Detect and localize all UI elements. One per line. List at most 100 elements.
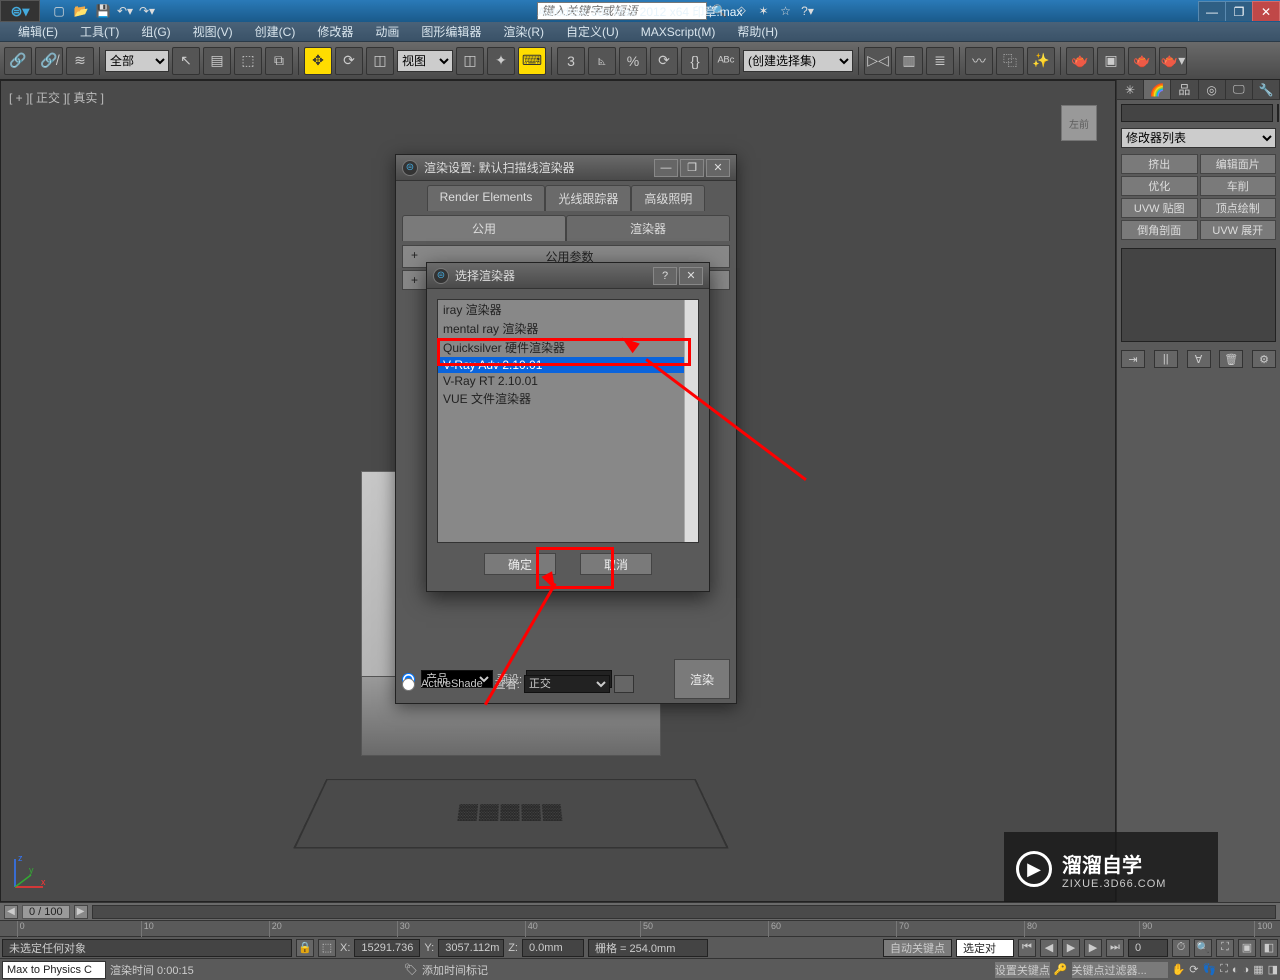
unlink-icon[interactable]: 🔗̸ xyxy=(35,47,63,75)
play-icon[interactable]: ▶ xyxy=(1062,939,1080,957)
menu-maxscript[interactable]: MAXScript(M) xyxy=(631,23,726,41)
nav-a-icon[interactable]: ◐ xyxy=(1232,964,1239,976)
key-filter-select[interactable]: 选定对 xyxy=(956,939,1014,957)
menu-rendering[interactable]: 渲染(R) xyxy=(493,21,554,42)
open-icon[interactable]: 📂 xyxy=(72,2,90,20)
keyboard-shortcut-icon[interactable]: ⌨ xyxy=(518,47,546,75)
timeline-prev-icon[interactable]: ◀ xyxy=(4,905,18,919)
redo-icon[interactable]: ↷▾ xyxy=(138,2,156,20)
layers-icon[interactable]: ≣ xyxy=(926,47,954,75)
timeline-track[interactable] xyxy=(92,905,1276,919)
nav-zoomall-icon[interactable]: ⛶ xyxy=(1216,939,1234,957)
align-icon[interactable]: ▥ xyxy=(895,47,923,75)
nav-b-icon[interactable]: ◑ xyxy=(1243,964,1250,976)
renderer-listbox[interactable]: iray 渲染器 mental ray 渲染器 Quicksilver 硬件渲染… xyxy=(437,299,699,543)
configure-sets-icon[interactable]: ⚙ xyxy=(1252,350,1276,368)
lock-selection-icon[interactable]: 🔒 xyxy=(296,939,314,957)
nav-d-icon[interactable]: ◨ xyxy=(1268,963,1278,976)
lock-view-icon[interactable] xyxy=(614,675,634,693)
tab-display-icon[interactable]: 🖵 xyxy=(1226,80,1253,99)
play-start-icon[interactable]: ⏮ xyxy=(1018,939,1036,957)
minimize-button[interactable]: — xyxy=(1198,1,1226,21)
key-filters-button[interactable]: 关键点过滤器... xyxy=(1072,962,1168,978)
xref-icon[interactable]: ᴬᴮᶜ xyxy=(712,47,740,75)
manipulate-icon[interactable]: ✦ xyxy=(487,47,515,75)
menu-group[interactable]: 组(G) xyxy=(131,21,180,42)
mirror-icon[interactable]: ▷◁ xyxy=(864,47,892,75)
list-item[interactable]: iray 渲染器 xyxy=(438,300,698,319)
named-selection-set[interactable]: (创建选择集) xyxy=(743,50,853,72)
play-prev-icon[interactable]: ◀ xyxy=(1040,939,1058,957)
key-mode-icon[interactable]: 🔑 xyxy=(1054,963,1068,976)
tab-modify-icon[interactable]: 🌈 xyxy=(1144,80,1171,99)
tab-hierarchy-icon[interactable]: 品 xyxy=(1171,80,1198,99)
menu-edit[interactable]: 编辑(E) xyxy=(8,21,68,42)
mod-vertexpaint[interactable]: 顶点绘制 xyxy=(1200,198,1277,218)
tab-common[interactable]: 公用 xyxy=(402,215,566,241)
viewport-label[interactable]: [ + ][ 正交 ][ 真实 ] xyxy=(9,89,104,106)
pin-stack-icon[interactable]: ⇥ xyxy=(1121,350,1145,368)
render-setup-icon[interactable]: 🫖 xyxy=(1066,47,1094,75)
spinner-snap-icon[interactable]: ⟳ xyxy=(650,47,678,75)
add-time-tag[interactable]: 添加时间标记 xyxy=(422,962,562,978)
window-crossing-icon[interactable]: ⧉ xyxy=(265,47,293,75)
menu-grapheditors[interactable]: 图形编辑器 xyxy=(411,21,491,42)
nav-zoom-icon[interactable]: 🔍 xyxy=(1194,939,1212,957)
time-config-icon[interactable]: ⏱ xyxy=(1172,939,1190,957)
mod-extrude[interactable]: 挤出 xyxy=(1121,154,1198,174)
tab-raytracer[interactable]: 光线跟踪器 xyxy=(545,185,631,211)
modifier-list-select[interactable]: 修改器列表 xyxy=(1121,128,1276,148)
bind-spacewarp-icon[interactable]: ≋ xyxy=(66,47,94,75)
nav-zoomext-icon[interactable]: ▣ xyxy=(1238,939,1256,957)
tab-motion-icon[interactable]: ◎ xyxy=(1199,80,1226,99)
render-preset-icon[interactable]: 🫖▾ xyxy=(1159,47,1187,75)
rendered-frame-icon[interactable]: ▣ xyxy=(1097,47,1125,75)
maxscript-listener[interactable]: Max to Physics C xyxy=(2,961,106,979)
nav-pan-icon[interactable]: ✋ xyxy=(1172,963,1186,976)
maximize-button[interactable]: ❐ xyxy=(1225,1,1253,21)
move-icon[interactable]: ✥ xyxy=(304,47,332,75)
remove-mod-icon[interactable]: 🗑 xyxy=(1219,350,1243,368)
choose-dialog-titlebar[interactable]: ⊜ 选择渲染器 ? ✕ xyxy=(427,263,709,289)
mod-uvwmap[interactable]: UVW 贴图 xyxy=(1121,198,1198,218)
pivot-icon[interactable]: ◫ xyxy=(456,47,484,75)
list-item-selected[interactable]: V-Ray Adv 2.10.01 xyxy=(438,357,698,373)
nav-maxtoggle-icon[interactable]: ⛶ xyxy=(1220,963,1228,976)
list-item[interactable]: VUE 文件渲染器 xyxy=(438,389,698,408)
tab-render-elements[interactable]: Render Elements xyxy=(427,185,546,211)
render-dialog-titlebar[interactable]: ⊜ 渲染设置: 默认扫描线渲染器 — ❐ ✕ xyxy=(396,155,736,181)
rotate-icon[interactable]: ⟳ xyxy=(335,47,363,75)
coord-z-field[interactable]: 0.0mm xyxy=(522,939,584,957)
rect-region-icon[interactable]: ⬚ xyxy=(234,47,262,75)
angle-snap-icon[interactable]: ⦝ xyxy=(588,47,616,75)
select-by-name-icon[interactable]: ▤ xyxy=(203,47,231,75)
nav-orbit-icon[interactable]: ⟳ xyxy=(1189,963,1198,976)
menu-views[interactable]: 视图(V) xyxy=(183,21,243,42)
dialog-help-button[interactable]: ? xyxy=(653,267,677,285)
close-button[interactable]: ✕ xyxy=(1252,1,1280,21)
color-swatch[interactable] xyxy=(1277,104,1279,122)
percent-snap-icon[interactable]: % xyxy=(619,47,647,75)
render-button[interactable]: 渲染 xyxy=(674,659,730,699)
selection-filter-select[interactable]: 全部 xyxy=(105,50,169,72)
mod-editpatch[interactable]: 编辑面片 xyxy=(1200,154,1277,174)
nav-fov-icon[interactable]: ◧ xyxy=(1260,939,1278,957)
exchange-icon[interactable]: ✶ xyxy=(755,2,773,20)
help-icon[interactable]: ?▾ xyxy=(799,2,817,20)
frame-input[interactable]: 0 xyxy=(1128,939,1168,957)
play-end-icon[interactable]: ⏭ xyxy=(1106,939,1124,957)
menu-create[interactable]: 创建(C) xyxy=(245,21,306,42)
nav-c-icon[interactable]: ▦ xyxy=(1253,963,1263,976)
favorite-icon[interactable]: ☆ xyxy=(777,2,795,20)
mod-lathe[interactable]: 车削 xyxy=(1200,176,1277,196)
timeline-current-frame[interactable]: 0 / 100 xyxy=(22,905,70,919)
render-icon[interactable]: 🫖 xyxy=(1128,47,1156,75)
cancel-button[interactable]: 取消 xyxy=(580,553,652,575)
mod-bevelprofile[interactable]: 倒角剖面 xyxy=(1121,220,1198,240)
mod-uvwunwrap[interactable]: UVW 展开 xyxy=(1200,220,1277,240)
app-menu-icon[interactable]: ⊜▾ xyxy=(0,0,40,22)
snap-toggle-icon[interactable]: 3 xyxy=(557,47,585,75)
menu-help[interactable]: 帮助(H) xyxy=(727,21,788,42)
new-icon[interactable]: ▢ xyxy=(50,2,68,20)
dialog-close-button[interactable]: ✕ xyxy=(679,267,703,285)
